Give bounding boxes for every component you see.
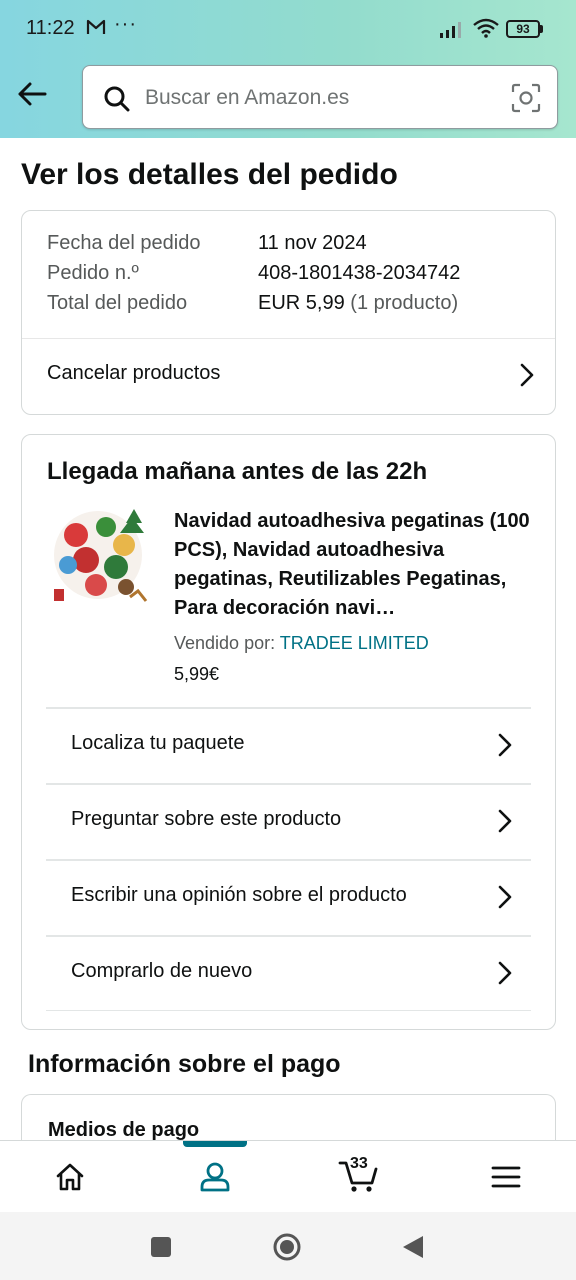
search-input[interactable]	[145, 82, 495, 114]
bottom-navigation	[0, 1140, 576, 1212]
payment-methods-heading: Medios de pago	[48, 1119, 200, 1141]
order-summary-card: Fecha del pedido 11 nov 2024 Pedido n.º …	[21, 210, 556, 415]
product-title[interactable]: Navidad autoadhesiva pegatinas (100 PCS)…	[174, 507, 536, 623]
order-number-label: Pedido n.º	[47, 262, 139, 284]
order-number-value: 408-1801438-2034742	[258, 262, 461, 284]
menu-icon	[491, 1166, 521, 1188]
track-package-button[interactable]: Localiza tu paquete	[46, 707, 531, 783]
order-item-count: (1 producto)	[350, 292, 459, 314]
status-more-icon: ···	[114, 13, 137, 35]
chevron-right-icon	[498, 961, 512, 985]
write-review-button[interactable]: Escribir una opinión sobre el producto	[46, 859, 531, 935]
home-circle-icon[interactable]	[272, 1232, 302, 1262]
home-icon	[56, 1163, 84, 1191]
account-icon	[200, 1162, 230, 1192]
seller-link[interactable]: TRADEE LIMITED	[280, 633, 429, 653]
status-time: 11:22	[26, 17, 75, 39]
page-title: Ver los detalles del pedido	[21, 158, 398, 191]
order-total-value: EUR 5,99 (1 producto)	[258, 292, 458, 315]
chevron-right-icon	[520, 363, 534, 387]
search-bar[interactable]	[82, 65, 558, 129]
wifi-icon	[473, 18, 499, 38]
payment-section-title: Información sobre el pago	[28, 1050, 341, 1078]
action-label: Escribir una opinión sobre el producto	[71, 884, 407, 906]
action-label: Comprarlo de nuevo	[71, 960, 253, 982]
buy-again-button[interactable]: Comprarlo de nuevo	[46, 935, 531, 1011]
nav-home[interactable]	[34, 1141, 106, 1213]
action-label: Localiza tu paquete	[71, 732, 245, 754]
product-image[interactable]	[46, 505, 150, 609]
back-triangle-icon[interactable]	[398, 1232, 428, 1262]
order-actions-list: Localiza tu paquete Preguntar sobre este…	[46, 707, 531, 1011]
camera-search-icon[interactable]	[511, 83, 541, 113]
ask-product-question-button[interactable]: Preguntar sobre este producto	[46, 783, 531, 859]
seller-prefix: Vendido por:	[174, 633, 276, 653]
app-header: 11:22 ··· 93	[0, 0, 576, 138]
shipment-card: Llegada mañana antes de las 22h Navidad …	[21, 434, 556, 1030]
cancel-products-label: Cancelar productos	[47, 362, 221, 384]
product-price: 5,99€	[174, 664, 220, 684]
cancel-products-row[interactable]: Cancelar productos	[22, 339, 555, 413]
nav-account[interactable]	[179, 1141, 251, 1213]
cart-count-badge: 33	[350, 1155, 368, 1172]
status-bar: 11:22 ··· 93	[0, 0, 576, 58]
search-icon	[104, 86, 130, 112]
back-arrow-icon[interactable]	[14, 76, 50, 112]
battery-level: 93	[506, 20, 540, 38]
nav-cart[interactable]	[324, 1141, 396, 1213]
order-date-value: 11 nov 2024	[258, 232, 367, 254]
delivery-estimate: Llegada mañana antes de las 22h	[47, 458, 428, 485]
gmail-icon	[86, 19, 106, 34]
action-label: Preguntar sobre este producto	[71, 808, 342, 830]
chevron-right-icon	[498, 733, 512, 757]
battery-icon: 93	[506, 20, 544, 38]
chevron-right-icon	[498, 885, 512, 909]
order-total-label: Total del pedido	[47, 292, 188, 314]
signal-icon	[440, 22, 461, 38]
chevron-right-icon	[498, 809, 512, 833]
recents-icon[interactable]	[146, 1232, 176, 1262]
order-total-amount: EUR 5,99	[258, 292, 345, 314]
nav-menu[interactable]	[470, 1141, 542, 1213]
system-navigation-bar	[0, 1212, 576, 1280]
order-date-label: Fecha del pedido	[47, 232, 201, 254]
seller-info: Vendido por: TRADEE LIMITED	[174, 633, 429, 654]
